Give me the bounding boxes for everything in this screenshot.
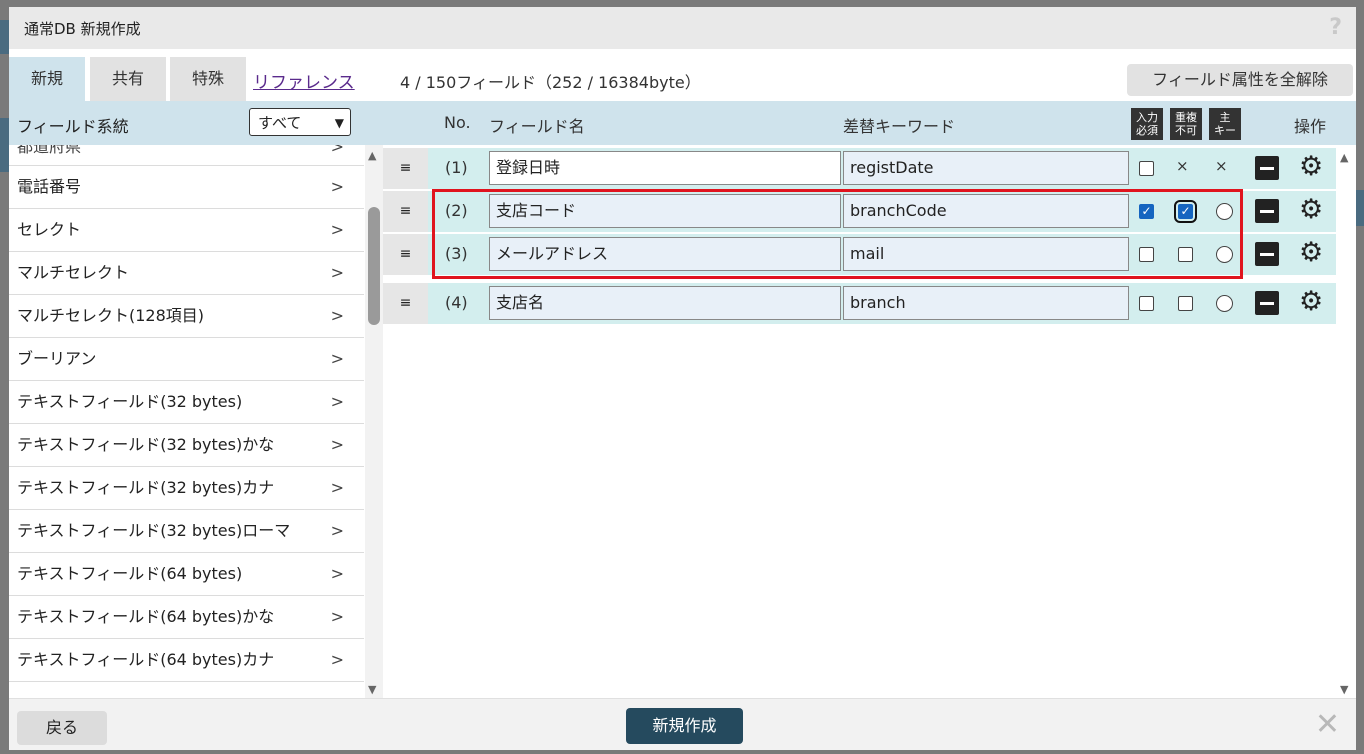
create-button[interactable]: 新規作成 [626, 708, 743, 744]
list-item[interactable]: テキストフィールド(64 bytes) > [9, 553, 364, 596]
background-strip [0, 20, 9, 54]
chevron-right-icon: > [330, 435, 344, 454]
primary-key-radio[interactable] [1216, 295, 1233, 312]
list-item[interactable]: テキストフィールド(32 bytes)かな > [9, 424, 364, 467]
list-item[interactable]: ブーリアン > [9, 338, 364, 381]
background-strip [1356, 190, 1364, 226]
row-body: (1) 登録日時 registDate × × ⚙ [428, 148, 1336, 189]
unique-checkbox[interactable] [1178, 296, 1193, 311]
list-item[interactable]: マルチセレクト > [9, 252, 364, 295]
scrollbar-thumb[interactable] [368, 207, 380, 325]
drag-handle-icon[interactable]: ≡ [383, 234, 428, 275]
scroll-up-icon[interactable]: ▲ [368, 149, 376, 162]
chevron-right-icon: > [330, 220, 344, 239]
keyword-input[interactable]: branch [843, 286, 1129, 320]
gear-icon[interactable]: ⚙ [1299, 195, 1323, 225]
tabs-row: 新規 共有 特殊 リファレンス 4 / 150フィールド（252 / 16384… [9, 49, 1356, 101]
list-item[interactable]: 都道府県 > [9, 145, 364, 166]
col-no: No. [444, 113, 471, 132]
table-row: ≡ (4) 支店名 branch ⚙ [383, 283, 1336, 324]
tab-new[interactable]: 新規 [9, 57, 85, 101]
field-system-label: フィールド系統 [17, 117, 129, 136]
chevron-right-icon: > [330, 521, 344, 540]
right-scrollbar[interactable]: ▲ ▼ [1336, 145, 1356, 698]
scroll-up-icon[interactable]: ▲ [1340, 151, 1348, 164]
col-required-badge: 入力 必須 [1131, 108, 1163, 140]
col-field-name: フィールド名 [489, 117, 585, 136]
dialog-footer: 戻る 新規作成 ✕ [9, 698, 1356, 750]
chevron-down-icon: ▼ [334, 116, 344, 130]
field-system-select-value: すべて [258, 114, 302, 132]
row-number: (4) [445, 293, 468, 312]
tab-shared[interactable]: 共有 [90, 57, 166, 101]
list-item[interactable]: テキストフィールド(64 bytes)カナ > [9, 639, 364, 682]
drag-handle-icon[interactable]: ≡ [383, 191, 428, 232]
chevron-right-icon: > [330, 263, 344, 282]
col-keyword: 差替キーワード [843, 117, 956, 136]
row-number: (1) [445, 158, 468, 177]
field-system-select[interactable]: すべて ▼ [249, 108, 351, 136]
dialog-title: 通常DB 新規作成 [24, 20, 141, 38]
field-system-header: フィールド系統 すべて ▼ [9, 101, 383, 145]
row-body: (4) 支店名 branch ⚙ [428, 283, 1336, 324]
scroll-down-icon[interactable]: ▼ [368, 683, 376, 696]
clear-attributes-button[interactable]: フィールド属性を全解除 [1127, 64, 1353, 96]
list-item[interactable]: マルチセレクト(128項目) > [9, 295, 364, 338]
chevron-right-icon: > [330, 349, 344, 368]
unique-na-mark: × [1176, 157, 1189, 175]
gear-icon[interactable]: ⚙ [1299, 287, 1323, 317]
col-operations: 操作 [1294, 117, 1327, 136]
highlight-annotation [432, 189, 1243, 279]
remove-field-icon[interactable] [1255, 199, 1279, 223]
tab-special[interactable]: 特殊 [170, 57, 246, 101]
field-count: 4 / 150フィールド（252 / 16384byte） [400, 73, 701, 92]
background-strip [0, 118, 9, 172]
list-item[interactable]: テキストフィールド(32 bytes)ローマ > [9, 510, 364, 553]
gear-icon[interactable]: ⚙ [1299, 152, 1323, 182]
primary-na-mark: × [1215, 157, 1228, 175]
dialog-titlebar: 通常DB 新規作成 ? [9, 7, 1356, 49]
list-item[interactable]: セレクト > [9, 209, 364, 252]
keyword-input[interactable]: registDate [843, 151, 1129, 185]
table-row: ≡ (1) 登録日時 registDate × × ⚙ [383, 148, 1336, 189]
chevron-right-icon: > [330, 607, 344, 626]
new-db-dialog: 通常DB 新規作成 ? 新規 共有 特殊 リファレンス 4 / 150フィールド… [9, 7, 1356, 750]
chevron-right-icon: > [330, 478, 344, 497]
left-scrollbar[interactable]: ▲ ▼ [365, 145, 383, 698]
required-checkbox[interactable] [1139, 161, 1154, 176]
required-checkbox[interactable] [1139, 296, 1154, 311]
field-type-list: 都道府県 > 電話番号 > セレクト > マルチセレクト > マルチセレクト(128項目… [9, 145, 364, 698]
help-icon[interactable]: ? [1329, 15, 1342, 40]
remove-field-icon[interactable] [1255, 242, 1279, 266]
chevron-right-icon: > [330, 392, 344, 411]
chevron-right-icon: > [330, 650, 344, 669]
chevron-right-icon: > [330, 177, 344, 196]
reference-link[interactable]: リファレンス [253, 68, 355, 93]
remove-field-icon[interactable] [1255, 291, 1279, 315]
field-name-input[interactable]: 支店名 [489, 286, 841, 320]
list-item[interactable]: 電話番号 > [9, 166, 364, 209]
scroll-down-icon[interactable]: ▼ [1340, 683, 1348, 696]
back-button[interactable]: 戻る [17, 711, 107, 745]
grid-header: No. フィールド名 差替キーワード 入力 必須 重複 不可 主 キー 操作 [383, 101, 1356, 145]
chevron-right-icon: > [330, 306, 344, 325]
close-icon[interactable]: ✕ [1315, 707, 1340, 742]
drag-handle-icon[interactable]: ≡ [383, 283, 428, 324]
list-item[interactable]: テキストフィールド(64 bytes)かな > [9, 596, 364, 639]
list-item[interactable]: テキストフィールド(32 bytes) > [9, 381, 364, 424]
col-unique-badge: 重複 不可 [1170, 108, 1202, 140]
gear-icon[interactable]: ⚙ [1299, 238, 1323, 268]
chevron-right-icon: > [330, 145, 344, 156]
list-item[interactable]: テキストフィールド(32 bytes)カナ > [9, 467, 364, 510]
remove-field-icon[interactable] [1255, 156, 1279, 180]
drag-handle-icon[interactable]: ≡ [383, 148, 428, 189]
field-name-input[interactable]: 登録日時 [489, 151, 841, 185]
chevron-right-icon: > [330, 564, 344, 583]
col-primary-key-badge: 主 キー [1209, 108, 1241, 140]
